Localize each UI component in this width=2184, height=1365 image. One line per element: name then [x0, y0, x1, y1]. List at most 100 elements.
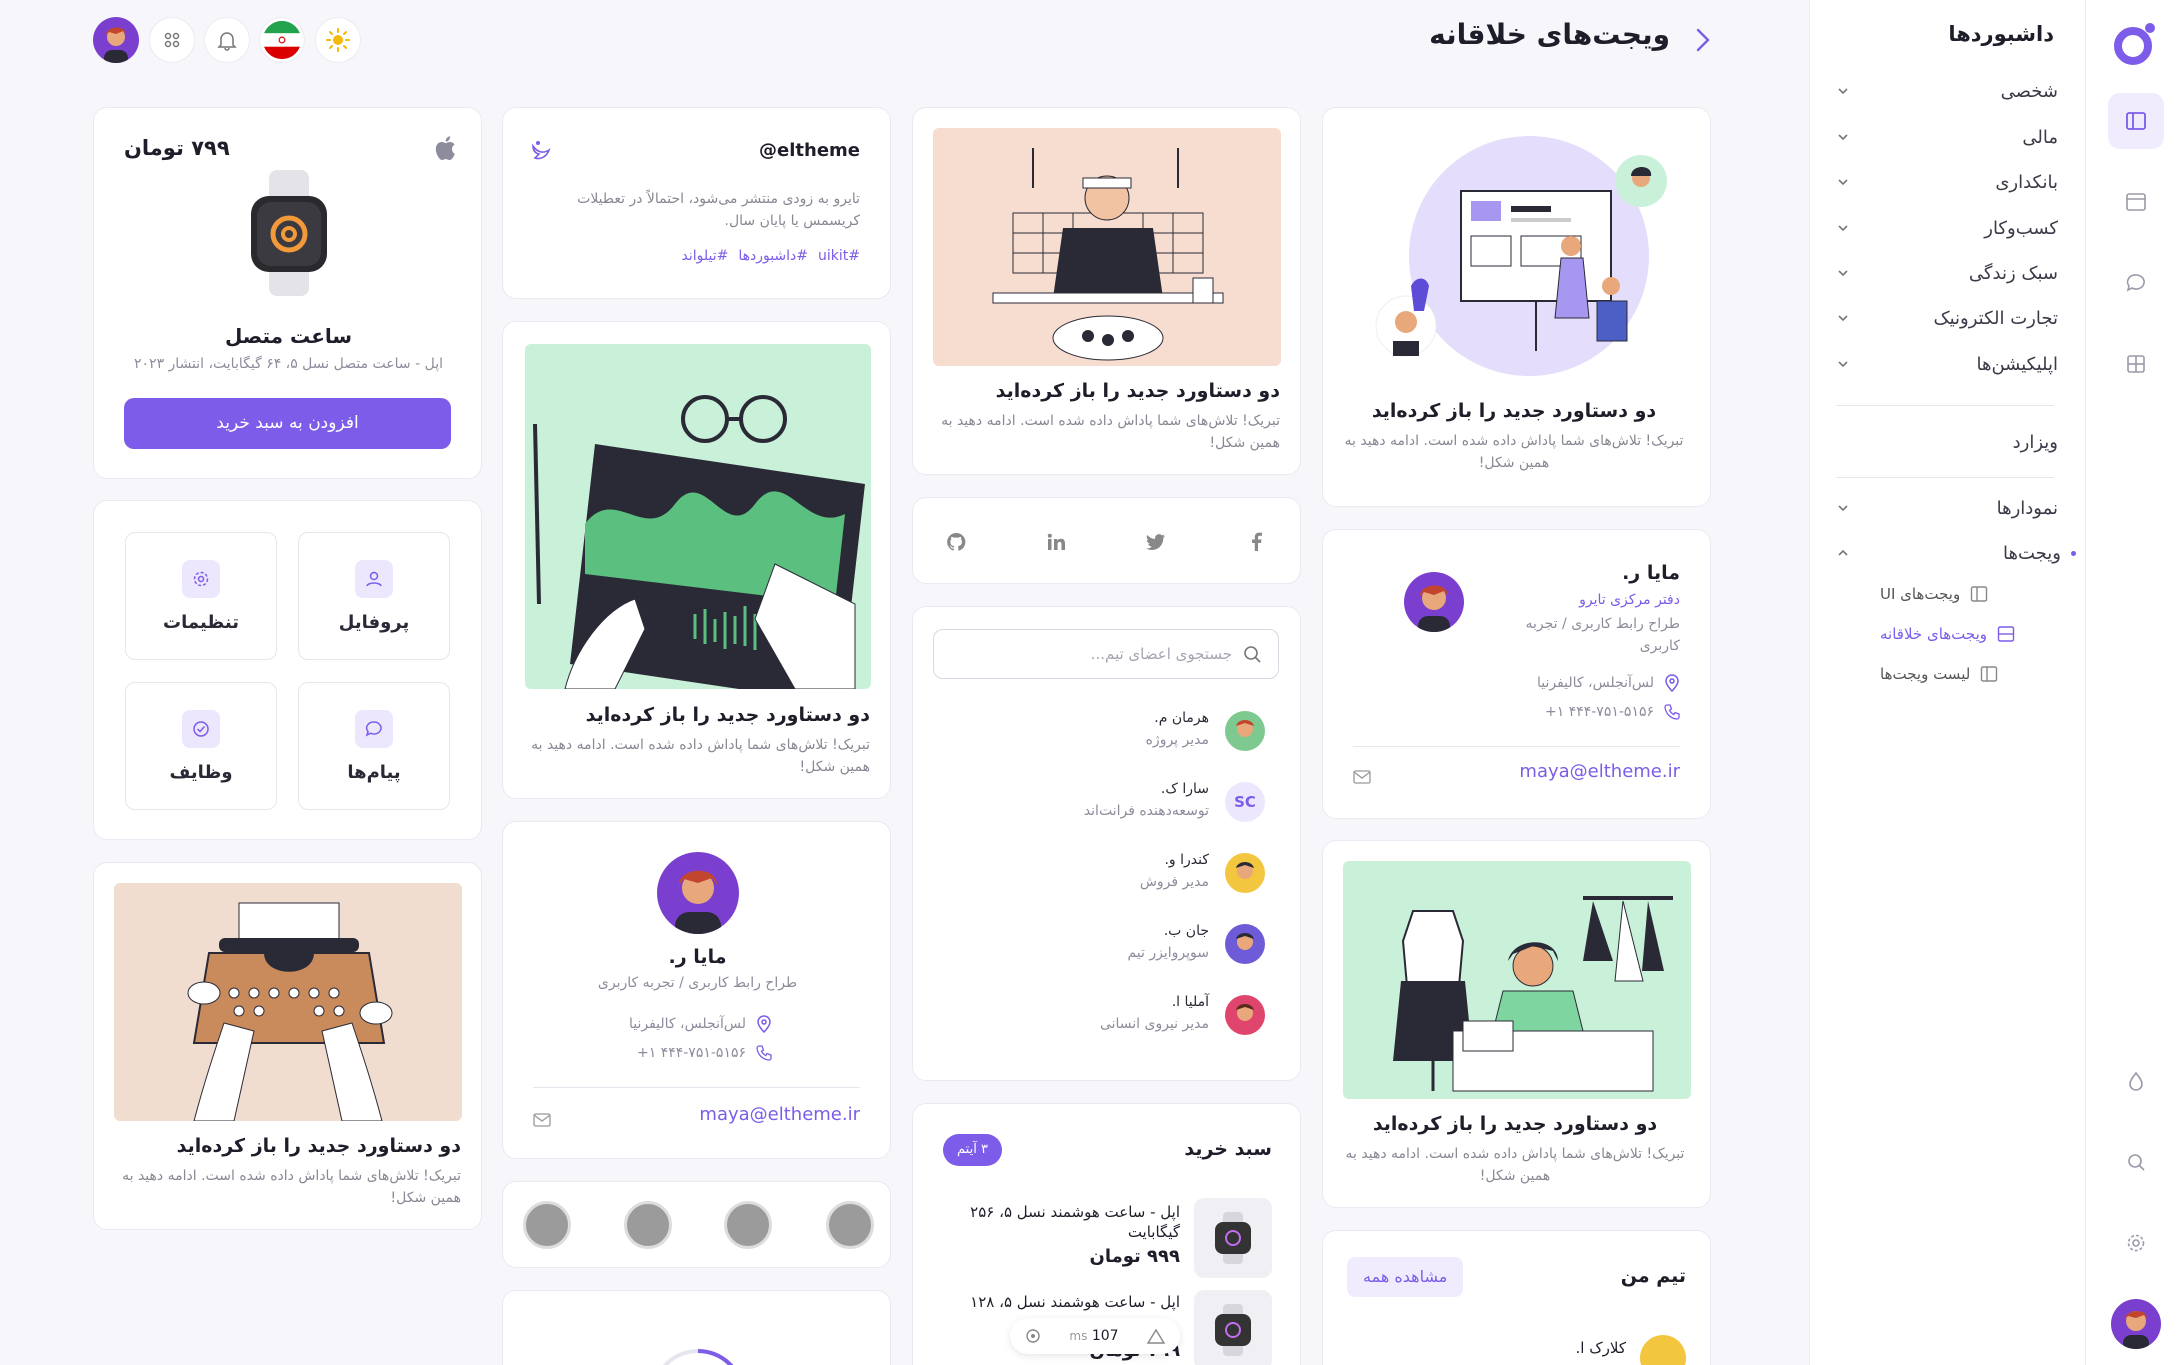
achievement-card-3: دو دستاورد جدید را باز کرده‌اید تبریک! ت… [502, 321, 891, 799]
rail-grid-icon[interactable] [2108, 336, 2164, 392]
location-row: لس‌آنجلس، کالیفرنیا [1537, 674, 1680, 692]
search-placeholder: جستجوی اعضای تیم... [1090, 645, 1232, 663]
language-button[interactable] [259, 17, 305, 63]
avatar [1225, 711, 1265, 751]
member-role: مدیر نیروی انسانی [1099, 1016, 1209, 1032]
tweet-tags: #uikit #داشبوردها #تیلواند [681, 248, 860, 264]
avatar[interactable] [624, 1201, 672, 1249]
logo-icon[interactable] [2111, 20, 2159, 68]
avatar[interactable] [826, 1201, 874, 1249]
location-text: لس‌آنجلس، کالیفرنیا [1536, 675, 1654, 691]
rail-drop-icon[interactable] [2108, 1053, 2164, 1109]
list-item[interactable]: آملیا ا. مدیر نیروی انسانی [935, 989, 1265, 1045]
divider [1353, 746, 1680, 747]
email-link[interactable]: maya@eltheme.ir [699, 1104, 860, 1125]
sidebar-item-widgets[interactable]: ویجت‌ها [1836, 538, 2076, 568]
avatar [1225, 853, 1265, 893]
profile-tile[interactable]: پروفایل [298, 532, 450, 660]
sidebar-item-business[interactable]: کسب‌وکار [1836, 213, 2058, 243]
avatar[interactable] [724, 1201, 772, 1249]
sidebar-item-label: بانکداری [1995, 171, 2058, 193]
notifications-button[interactable] [204, 17, 250, 63]
theme-toggle-button[interactable] [315, 17, 361, 63]
rail-chat-icon[interactable] [2108, 255, 2164, 311]
tasks-tile[interactable]: وظایف [125, 682, 277, 810]
sun-icon [326, 28, 350, 52]
sidebar-subitem-widget-list[interactable]: لیست ویجت‌ها [1880, 660, 2050, 688]
profile-card-wide: مایا ر. دفتر مرکزی تایرو طراح رابط کاربر… [1322, 529, 1711, 819]
sidebar-item-finance[interactable]: مالی [1836, 122, 2058, 152]
team-member-name: کلارک ا. [1575, 1339, 1626, 1357]
sidebar-item-personal[interactable]: شخصی [1836, 76, 2058, 106]
apps-button[interactable] [149, 17, 195, 63]
profile-card-centered: مایا ر. طراح رابط کاربری / تجربه کاربری … [502, 821, 891, 1159]
phone-row: +۱ ۴۴۴-۷۵۱-۵۱۵۶ [637, 1045, 772, 1061]
active-dot [2071, 550, 2076, 556]
header-avatar[interactable] [93, 17, 139, 63]
chevron-up-icon [1838, 549, 1848, 556]
sidebar-item-lifestyle[interactable]: سبک زندگی [1836, 258, 2058, 288]
add-to-cart-button[interactable]: افزودن به سبد خرید [124, 398, 451, 449]
rail-avatar[interactable] [2111, 1299, 2161, 1349]
sidebar-subitem-ui-widgets[interactable]: ویجت‌های UI [1880, 580, 2050, 608]
rail-search-icon[interactable] [2108, 1134, 2164, 1190]
sidebar-item-label: نمودارها [1996, 497, 2058, 519]
phone-icon [756, 1045, 772, 1061]
avatar[interactable] [523, 1201, 571, 1249]
hashtag-link[interactable]: #داشبوردها [738, 248, 808, 264]
cart-item-thumb [1194, 1290, 1272, 1365]
profile-role: طراح رابط کاربری / تجربه کاربری [597, 975, 798, 991]
user-icon [355, 559, 393, 598]
tile-label: وظایف [169, 761, 233, 783]
back-chevron-icon[interactable] [1690, 26, 1714, 54]
rail-dashboard-icon[interactable] [2108, 93, 2164, 149]
cart-title: سبد خرید [1184, 1138, 1272, 1160]
chevron-down-icon [1838, 179, 1848, 186]
chef-illustration [933, 128, 1281, 366]
sidebar-item-label: کسب‌وکار [1984, 217, 2058, 239]
list-item[interactable]: SC سارا ک. توسعه‌دهنده فرانت‌اند [935, 776, 1265, 832]
view-all-button[interactable]: مشاهده همه [1347, 1257, 1464, 1297]
list-item[interactable]: کندرا و. مدیر فروش [935, 847, 1265, 903]
linkedin-icon[interactable] [1041, 527, 1071, 557]
search-input[interactable]: جستجوی اعضای تیم... [933, 629, 1279, 679]
github-icon[interactable] [941, 527, 971, 557]
settings-tile[interactable]: تنظیمات [125, 532, 277, 660]
achievement-card-1: دو دستاورد جدید را باز کرده‌اید تبریک! ت… [1322, 107, 1711, 507]
facebook-icon[interactable] [1241, 527, 1271, 557]
rail-layout-icon[interactable] [2108, 174, 2164, 230]
product-name: ساعت متصل [224, 324, 353, 348]
my-team-card: تیم من مشاهده همه کلارک ا. [1322, 1230, 1711, 1365]
sidebar-item-wizard[interactable]: ویزارد [1836, 427, 2058, 457]
chevron-down-icon [1838, 315, 1848, 322]
layout-icon [1971, 586, 1988, 602]
typewriter-illustration [114, 883, 462, 1121]
hashtag-link[interactable]: #تیلواند [681, 248, 728, 264]
mail-icon[interactable] [1353, 770, 1371, 784]
chevron-down-icon [1838, 361, 1848, 368]
sidebar-item-banking[interactable]: بانکداری [1836, 167, 2058, 197]
rail-settings-icon[interactable] [2108, 1215, 2164, 1271]
chevron-down-icon [1838, 505, 1848, 512]
sidebar-item-label: مالی [2022, 126, 2058, 148]
phone-icon [1664, 704, 1680, 720]
sidebar-subitem-creative-widgets[interactable]: ویجت‌های خلاقانه [1880, 620, 2050, 648]
tweet-handle: @eltheme [759, 140, 860, 161]
card-title: دو دستاورد جدید را باز کرده‌اید [1372, 1113, 1658, 1135]
sidebar-title: داشبوردها [1948, 22, 2054, 46]
sidebar-item-apps[interactable]: اپلیکیشن‌ها [1836, 349, 2058, 379]
messages-tile[interactable]: پیام‌ها [298, 682, 450, 810]
email-link[interactable]: maya@eltheme.ir [1519, 761, 1680, 782]
subitem-label: لیست ویجت‌ها [1880, 665, 1971, 683]
list-item[interactable]: جان ب. سوپروایزر تیم [935, 918, 1265, 974]
cart-item-name: اپل - ساعت هوشمند نسل ۵، ۲۵۶ گیگابایت [970, 1203, 1180, 1241]
sidebar-item-charts[interactable]: نمودارها [1836, 493, 2058, 523]
sidebar-item-label: شخصی [2000, 80, 2058, 102]
twitter-icon[interactable] [1141, 527, 1171, 557]
bird-icon [532, 141, 551, 160]
mail-icon[interactable] [533, 1113, 551, 1127]
sidebar-item-label: ویجت‌ها [2003, 542, 2061, 564]
list-item[interactable]: هرمان م. مدیر پروژه [935, 705, 1265, 761]
hashtag-link[interactable]: #uikit [818, 248, 860, 264]
sidebar-item-ecommerce[interactable]: تجارت الکترونیک [1836, 303, 2058, 333]
